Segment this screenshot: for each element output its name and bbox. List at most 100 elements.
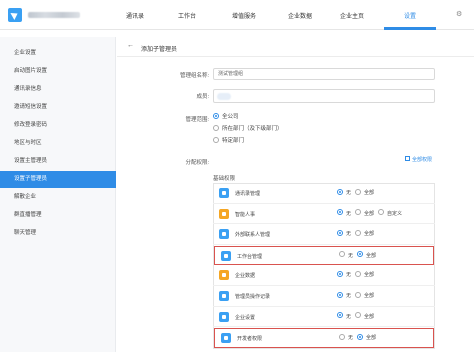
- scope-option-department[interactable]: 所在部门（及下级部门）: [213, 124, 283, 134]
- radio-selected-icon[interactable]: [337, 291, 343, 298]
- hr-icon: [219, 208, 229, 219]
- radio-icon[interactable]: [378, 209, 385, 216]
- developer-icon: [221, 333, 231, 344]
- permission-option-label: 无: [346, 210, 352, 217]
- nav-settings[interactable]: 设置: [390, 11, 430, 21]
- permission-options: 无 全部: [337, 312, 378, 320]
- top-nav: 通讯录 工作台 增值服务 企业数据 企业主页 设置 ⚙: [0, 0, 474, 30]
- members-label: 成员:: [196, 94, 209, 100]
- data-icon: [219, 270, 229, 281]
- permission-option[interactable]: 无: [339, 333, 353, 341]
- nav-enterprise-home[interactable]: 企业主页: [332, 11, 372, 21]
- radio-icon[interactable]: [355, 188, 362, 195]
- permission-option-label: 全部: [364, 293, 375, 299]
- nav-value-added[interactable]: 增值服务: [224, 11, 264, 21]
- all-permissions-label: 全部权限: [412, 157, 433, 163]
- radio-icon[interactable]: [355, 229, 362, 236]
- permission-option-label: 无: [348, 252, 354, 259]
- radio-selected-icon[interactable]: [337, 229, 343, 236]
- permission-option[interactable]: 全部: [355, 291, 375, 299]
- app-logo-icon: [8, 8, 22, 22]
- sidebar-item-enterprise-settings[interactable]: 企业设置: [0, 45, 116, 62]
- radio-icon[interactable]: [355, 312, 362, 319]
- radio-icon[interactable]: [339, 251, 345, 258]
- permission-name: 工作台管理: [237, 253, 263, 260]
- permission-option-label: 全部: [366, 335, 377, 342]
- radio-selected-icon[interactable]: [337, 209, 343, 216]
- permission-option[interactable]: 全部: [355, 312, 374, 320]
- permission-options: 无 全部 自定义: [337, 209, 406, 217]
- permission-option[interactable]: 无: [337, 312, 352, 320]
- scope-option-specific[interactable]: 特定部门: [213, 136, 245, 146]
- permission-option-label: 无: [346, 272, 352, 279]
- permission-option[interactable]: 全部: [357, 333, 377, 342]
- radio-selected-icon[interactable]: [357, 251, 364, 258]
- scope-option-company[interactable]: 全公司: [213, 112, 239, 122]
- radio-selected-icon[interactable]: [213, 112, 219, 119]
- permission-option[interactable]: 无: [337, 209, 352, 217]
- radio-icon[interactable]: [213, 136, 219, 143]
- company-name-redacted: [28, 12, 80, 18]
- scope-option-label: 全公司: [222, 114, 239, 120]
- sidebar-item-change-password[interactable]: 修改登录密码: [0, 117, 116, 134]
- radio-selected-icon[interactable]: [337, 188, 343, 195]
- permission-option[interactable]: 无: [337, 229, 351, 237]
- scope-option-label: 特定部门: [222, 138, 245, 144]
- sidebar-item-chat-manage[interactable]: 聊天管理: [0, 225, 116, 242]
- permission-row: 企业数据 无 全部: [213, 266, 435, 286]
- permission-option[interactable]: 自定义: [378, 209, 403, 217]
- permission-options: 无 全部: [337, 291, 378, 299]
- radio-selected-icon[interactable]: [337, 312, 343, 319]
- scope-option-label: 所在部门（及下级部门）: [222, 126, 283, 132]
- radio-icon[interactable]: [355, 271, 362, 278]
- permission-name: 外部联系人管理: [235, 232, 271, 239]
- permission-name: 管理员操作记录: [235, 294, 271, 300]
- radio-icon[interactable]: [213, 124, 219, 131]
- permission-option[interactable]: 全部: [355, 271, 374, 278]
- sidebar-item-region-timezone[interactable]: 地区与时区: [0, 135, 116, 152]
- permission-option-label: 全部: [364, 190, 375, 196]
- group-name-input[interactable]: 测试管理组: [213, 68, 435, 80]
- nav-contacts[interactable]: 通讯录: [120, 11, 150, 21]
- permission-row: 工作台管理 无 全部: [214, 245, 434, 266]
- permission-name: 企业数据: [235, 273, 256, 280]
- basic-permissions-title: 基础权限: [213, 176, 236, 182]
- permission-option-label: 自定义: [387, 210, 403, 217]
- permission-option[interactable]: 全部: [357, 251, 376, 259]
- permission-option[interactable]: 无: [337, 291, 351, 299]
- permission-options: 无 全部: [339, 333, 380, 342]
- sidebar-item-live-manage[interactable]: 群直播管理: [0, 207, 116, 224]
- members-input[interactable]: [213, 89, 435, 103]
- permission-option[interactable]: 全部: [355, 188, 375, 196]
- checkbox-icon[interactable]: [405, 156, 410, 162]
- log-icon: [219, 291, 229, 301]
- permission-option[interactable]: 全部: [355, 209, 374, 217]
- sidebar-item-main-admin[interactable]: 设置主管理员: [0, 153, 116, 170]
- permission-row: 开发者权限 无 全部: [214, 328, 434, 348]
- nav-workbench[interactable]: 工作台: [172, 11, 202, 21]
- sidebar-item-launch-image[interactable]: 启动图片设置: [0, 63, 116, 80]
- permission-option-label: 全部: [364, 231, 375, 238]
- more-icon[interactable]: ⚙: [456, 10, 462, 18]
- permission-option[interactable]: 全部: [355, 229, 375, 238]
- radio-selected-icon[interactable]: [337, 271, 343, 278]
- radio-icon[interactable]: [355, 291, 362, 298]
- sidebar-item-invite-sms[interactable]: 邀请短信设置: [0, 99, 116, 116]
- permission-option[interactable]: 无: [339, 251, 354, 259]
- member-chip-redacted[interactable]: [217, 93, 231, 100]
- radio-icon[interactable]: [355, 209, 362, 216]
- permission-option[interactable]: 无: [337, 188, 351, 196]
- permission-name: 智能人事: [235, 211, 256, 218]
- radio-icon[interactable]: [339, 333, 345, 340]
- arrow-left-icon[interactable]: ←: [127, 42, 134, 49]
- permission-option-label: 无: [346, 313, 352, 320]
- permission-row: 通讯录管理 无 全部: [213, 184, 435, 204]
- nav-enterprise-data[interactable]: 企业数据: [280, 11, 320, 21]
- sidebar-item-dissolve[interactable]: 解散企业: [0, 189, 116, 206]
- radio-selected-icon[interactable]: [357, 333, 364, 340]
- sidebar-item-contacts-info[interactable]: 通讯录信息: [0, 81, 116, 98]
- sidebar-item-sub-admin[interactable]: 设置子管理员: [0, 171, 116, 188]
- all-permissions-checkbox[interactable]: 全部权限: [405, 156, 432, 163]
- permission-name: 开发者权限: [237, 336, 263, 343]
- permission-option[interactable]: 无: [337, 271, 352, 279]
